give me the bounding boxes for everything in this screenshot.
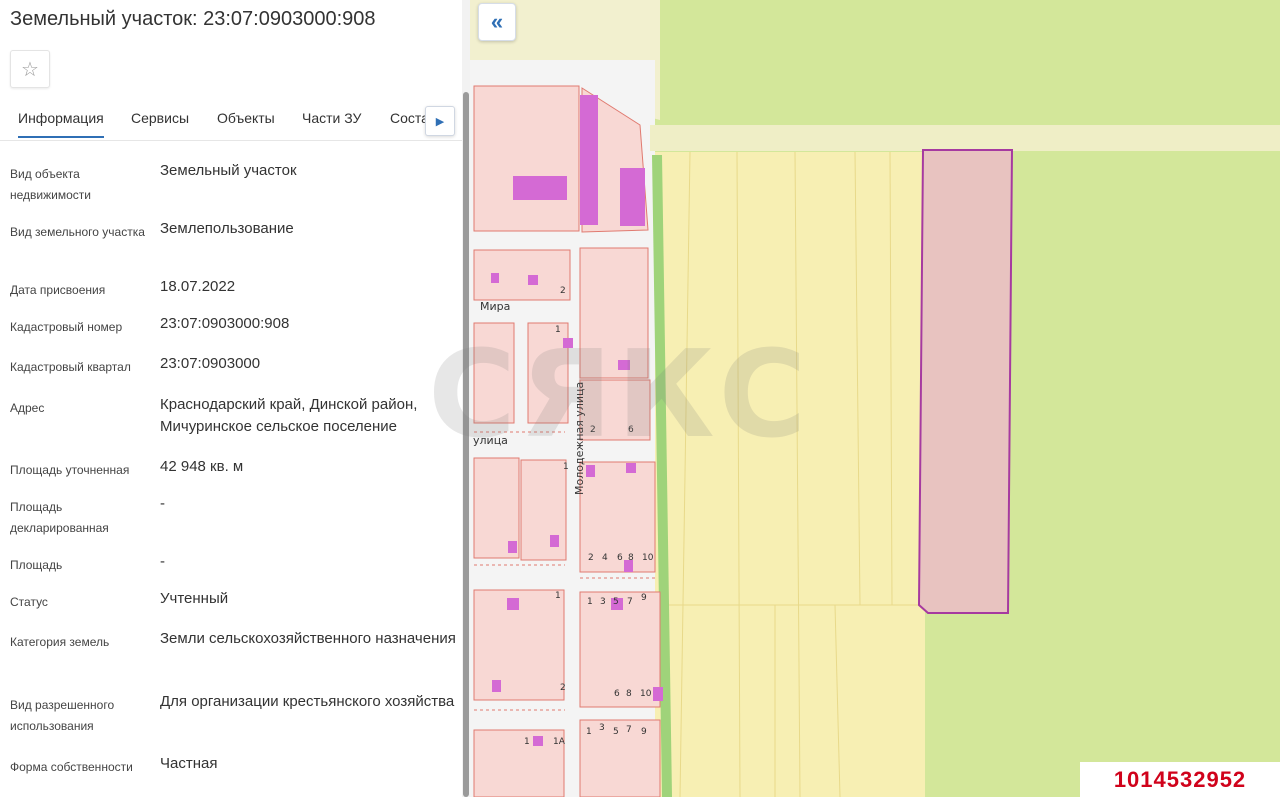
- road-strip: [650, 125, 1280, 151]
- info-value: Краснодарский край, Динской район, Мичур…: [160, 396, 418, 435]
- house-number: 9: [641, 593, 647, 603]
- chevron-right-icon: ▶: [435, 115, 445, 128]
- tab-scroll-button[interactable]: ▶: [425, 106, 455, 136]
- info-label: Площадь: [10, 558, 63, 572]
- house-number: 5: [613, 727, 619, 737]
- selected-parcel: [917, 149, 1014, 614]
- page-title: Земельный участок: 23:07:0903000:908: [10, 8, 376, 30]
- info-value: 18.07.2022: [160, 278, 236, 295]
- house-number: 4: [602, 553, 608, 563]
- house-number: 7: [627, 597, 633, 607]
- info-label: Вид земельного участка: [10, 225, 145, 239]
- house-number: 1: [587, 597, 593, 607]
- info-value: Землепользование: [160, 220, 294, 237]
- house-number: 1: [524, 737, 530, 747]
- house-number: 6: [617, 553, 623, 563]
- favorite-button[interactable]: ☆: [10, 50, 50, 88]
- info-label: Адрес: [10, 401, 45, 415]
- tab-composition[interactable]: Соста: [390, 110, 429, 126]
- house-number: 2: [560, 286, 566, 296]
- house-number: 3: [599, 723, 605, 733]
- listing-id-label: 1014532952: [1080, 762, 1280, 797]
- info-label: Вид объекта недвижимости: [10, 167, 91, 202]
- info-value: 23:07:0903000: [160, 355, 261, 372]
- double-chevron-left-icon: «: [490, 9, 504, 34]
- info-label: Площадь уточненная: [10, 463, 130, 477]
- house-number: 10: [642, 553, 654, 563]
- house-number: 3: [600, 597, 606, 607]
- tab-services[interactable]: Сервисы: [131, 110, 189, 126]
- info-label: Дата присвоения: [10, 283, 106, 297]
- collapse-panel-button[interactable]: «: [478, 3, 516, 41]
- house-number: 8: [626, 689, 632, 699]
- tab-objects[interactable]: Объекты: [217, 110, 275, 126]
- house-number: 10: [640, 689, 652, 699]
- house-number: 7: [626, 725, 632, 735]
- house-number: 2: [560, 683, 566, 693]
- info-value: -: [160, 495, 165, 512]
- watermark: СЯКС: [428, 326, 811, 465]
- info-value: Земли сельскохозяйственного назначения: [160, 630, 456, 647]
- info-value: 23:07:0903000:908: [160, 315, 290, 332]
- info-value: 42 948 кв. м: [160, 458, 244, 475]
- house-number: 1: [555, 591, 561, 601]
- info-value: Частная: [160, 755, 218, 772]
- house-number: 2: [588, 553, 594, 563]
- info-value: Для организации крестьянского хозяйства: [160, 693, 455, 710]
- info-panel: Земельный участок: 23:07:0903000:908 ☆ И…: [0, 0, 470, 797]
- info-label: Кадастровый номер: [10, 320, 123, 334]
- house-number: 6: [614, 689, 620, 699]
- info-label: Категория земель: [10, 635, 110, 649]
- plots-area: [655, 152, 925, 797]
- star-outline-icon: ☆: [21, 58, 39, 81]
- info-label: Площадь декларированная: [10, 500, 109, 535]
- tab-bar: Информация Сервисы Объекты Части ЗУ Сост…: [0, 100, 462, 141]
- info-label: Кадастровый квартал: [10, 360, 131, 374]
- info-value: Земельный участок: [160, 162, 297, 179]
- info-label: Вид разрешенного использования: [10, 698, 115, 733]
- house-number: 5: [613, 597, 619, 607]
- house-number: 1: [586, 727, 592, 737]
- house-number: 8: [628, 553, 634, 563]
- info-value: -: [160, 553, 165, 570]
- info-value: Учтенный: [160, 590, 229, 607]
- info-label: Форма собственности: [10, 760, 133, 774]
- tab-info[interactable]: Информация: [18, 110, 104, 138]
- info-label: Статус: [10, 595, 48, 609]
- house-number: 9: [641, 727, 647, 737]
- tab-parts[interactable]: Части ЗУ: [302, 110, 361, 126]
- house-number: 1А: [553, 737, 565, 747]
- street-label-mira: Мира: [480, 300, 511, 313]
